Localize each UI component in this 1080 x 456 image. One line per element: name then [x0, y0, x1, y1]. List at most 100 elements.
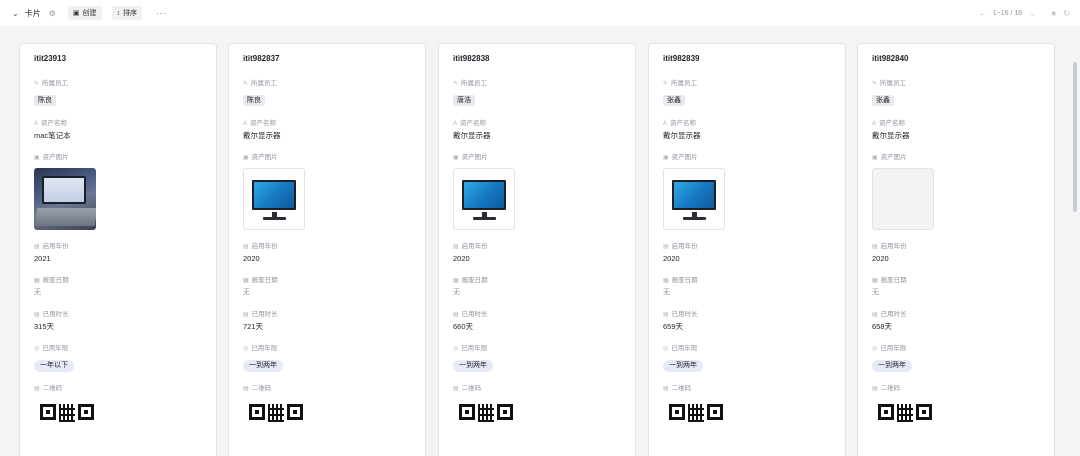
attachment-icon: ▤: [453, 386, 459, 392]
qr-code-image[interactable]: [249, 404, 303, 422]
field-label-text: 已用年限: [461, 345, 488, 352]
attachment-icon: ▤: [663, 386, 669, 392]
field-label-asset-name: A 资产名称: [663, 119, 831, 129]
qr-data-modules: [688, 404, 704, 422]
asset-image-thumbnail[interactable]: [34, 168, 96, 230]
single-select-icon: ◎: [243, 346, 249, 352]
field-label-text: 报废日期: [251, 277, 278, 284]
used-duration-value: 659天: [663, 322, 684, 331]
field-label-start-year: ▤ 启用年份: [663, 242, 831, 252]
field-label-text: 资产名称: [250, 120, 277, 127]
card-title[interactable]: itit982839: [663, 54, 831, 67]
field-label-text: 启用年份: [461, 243, 488, 250]
card-title[interactable]: itit982840: [872, 54, 1040, 67]
asset-image-thumbnail[interactable]: [872, 168, 934, 230]
asset-card[interactable]: itit982839 ✎ 所属员工 张鑫 A 资产名称 戴尔显示器 ▣ 资产图片 ▤ 启用年份 202…: [648, 43, 846, 456]
start-year-value: 2020: [663, 254, 680, 263]
view-settings-icon[interactable]: ⚙: [49, 9, 56, 18]
field-label-text: 二维码: [42, 385, 63, 392]
field-label-scrap-date: ▦ 报废日期: [872, 276, 1040, 286]
number-field-icon: ▤: [453, 244, 459, 250]
sort-label: 排序: [123, 10, 137, 17]
text-field-icon: ✎: [453, 81, 459, 87]
field-label-text: 启用年份: [42, 243, 69, 250]
view-name[interactable]: 卡片: [25, 8, 41, 19]
asset-name-value: 戴尔显示器: [243, 131, 281, 140]
field-label-text: 已用时长: [880, 311, 907, 318]
laptop-screen: [42, 176, 86, 204]
field-label-text: 已用时长: [461, 311, 488, 318]
employee-tag: 张鑫: [663, 95, 685, 106]
asset-card[interactable]: itit982838 ✎ 所属员工 唐浩 A 资产名称 戴尔显示器 ▣ 资产图片 ▤ 启用年份 202…: [438, 43, 636, 456]
laptop-keyboard: [34, 208, 96, 226]
card-title[interactable]: itit982838: [453, 54, 621, 67]
scrap-date-value: 无: [663, 289, 670, 296]
qr-finder-pattern: [459, 404, 475, 420]
attachment-icon: ▤: [34, 386, 40, 392]
qr-code-image[interactable]: [40, 404, 94, 422]
field-label-asset-image: ▣ 资产图片: [872, 153, 1040, 163]
prev-page-icon[interactable]: ←: [979, 9, 987, 18]
qr-finder-pattern: [669, 404, 685, 420]
field-label-text: 资产名称: [670, 120, 697, 127]
text-field-icon: ✎: [243, 81, 249, 87]
single-select-icon: ◎: [453, 346, 459, 352]
refresh-icon[interactable]: ↻: [1063, 9, 1070, 18]
create-label: 创建: [82, 10, 97, 17]
toolbar: ⌄ 卡片 ⚙ ▣ 创建 ↕ 排序 ··· ← 1~16 / 16 → ★ ↻: [0, 0, 1080, 26]
used-duration-value: 721天: [243, 322, 264, 331]
field-label-used-duration: ▤ 已用时长: [34, 310, 202, 320]
field-label-text: 资产图片: [880, 154, 907, 161]
next-page-icon[interactable]: →: [1028, 9, 1036, 18]
qr-code-image[interactable]: [669, 404, 723, 422]
star-icon[interactable]: ★: [1050, 9, 1057, 18]
attachment-icon: ▣: [663, 155, 669, 161]
formula-icon: ▤: [663, 312, 669, 318]
field-label-text: 所属员工: [42, 80, 69, 87]
field-label-start-year: ▤ 启用年份: [872, 242, 1040, 252]
start-year-value: 2020: [453, 254, 470, 263]
qr-code-image[interactable]: [459, 404, 513, 422]
qr-finder-pattern: [707, 404, 723, 420]
asset-card[interactable]: itit23913 ✎ 所属员工 陈良 A 资产名称 mac笔记本 ▣ 资产图片 ▤ 启用年份 202…: [19, 43, 217, 456]
asset-image-thumbnail[interactable]: [453, 168, 515, 230]
vertical-scrollbar[interactable]: [1073, 62, 1077, 212]
asset-card[interactable]: itit982837 ✎ 所属员工 陈良 A 资产名称 戴尔显示器 ▣ 资产图片 ▤ 启用年份 202…: [228, 43, 426, 456]
more-button[interactable]: ···: [156, 9, 167, 18]
asset-name-value: mac笔记本: [34, 131, 71, 140]
asset-image-thumbnail[interactable]: [663, 168, 725, 230]
pagination-text: 1~16 / 16: [992, 9, 1023, 17]
card-title[interactable]: itit23913: [34, 54, 202, 67]
card-board: itit23913 ✎ 所属员工 陈良 A 资产名称 mac笔记本 ▣ 资产图片 ▤ 启用年份 202…: [0, 26, 1080, 456]
asset-card[interactable]: itit982840 ✎ 所属员工 张鑫 A 资产名称 戴尔显示器 ▣ 资产图片 ▤ 启用年份 202…: [857, 43, 1055, 456]
monitor-screen: [462, 180, 506, 210]
calendar-icon: ▦: [453, 278, 459, 284]
attachment-icon: ▣: [453, 155, 459, 161]
field-label-text: 资产图片: [461, 154, 488, 161]
field-label-asset-image: ▣ 资产图片: [34, 153, 202, 163]
field-label-used-duration: ▤ 已用时长: [243, 310, 411, 320]
monitor-base: [683, 217, 706, 220]
monitor-base: [473, 217, 496, 220]
scrap-date-value: 无: [453, 289, 460, 296]
field-label-text: 报废日期: [461, 277, 488, 284]
calendar-icon: ▦: [663, 278, 669, 284]
qr-code-image[interactable]: [878, 404, 932, 422]
field-label-start-year: ▤ 启用年份: [34, 242, 202, 252]
start-year-value: 2020: [872, 254, 889, 263]
create-button[interactable]: ▣ 创建: [67, 6, 102, 20]
field-label-scrap-date: ▦ 报废日期: [663, 276, 831, 286]
formula-icon: ▤: [872, 312, 878, 318]
field-label-text: 资产名称: [41, 120, 68, 127]
sort-button[interactable]: ↕ 排序: [111, 6, 142, 20]
field-label-text: 资产图片: [671, 154, 698, 161]
card-title[interactable]: itit982837: [243, 54, 411, 67]
field-label-used-years: ◎ 已用年限: [872, 344, 1040, 354]
field-label-text: 所属员工: [671, 80, 698, 87]
field-label-text: 所属员工: [251, 80, 278, 87]
scrap-date-value: 无: [34, 289, 41, 296]
qr-finder-pattern: [916, 404, 932, 420]
chevron-down-icon[interactable]: ⌄: [12, 9, 19, 18]
attachment-icon: ▤: [243, 386, 249, 392]
asset-image-thumbnail[interactable]: [243, 168, 305, 230]
